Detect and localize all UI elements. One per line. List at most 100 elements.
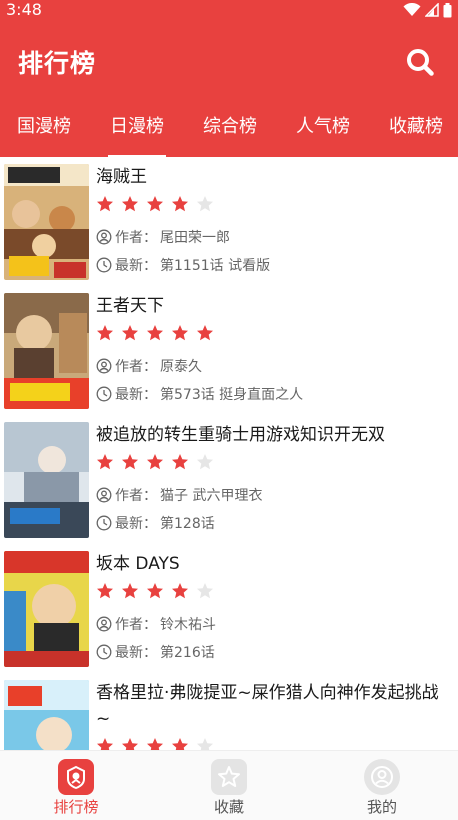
nav-label: 排行榜: [53, 798, 99, 816]
user-icon: [96, 358, 112, 374]
star-filled-icon: [147, 196, 163, 212]
app-header: 3:48 排行榜 国漫榜 日漫榜 综合榜 人气榜 收藏榜: [0, 0, 458, 157]
star-filled-icon: [122, 454, 138, 470]
nav-profile[interactable]: 我的: [306, 751, 458, 820]
comic-title: 坂本 DAYS: [96, 554, 180, 574]
cover-image: [4, 551, 89, 667]
wifi-icon: [403, 3, 421, 16]
author-name: 尾田荣一郎: [160, 230, 230, 246]
author-name: 铃木祐斗: [160, 617, 216, 633]
star-filled-icon: [122, 196, 138, 212]
cover-image: [4, 293, 89, 409]
star-filled-icon: [97, 196, 113, 212]
star-filled-icon: [172, 325, 188, 341]
star-empty-icon: [197, 583, 213, 599]
star-filled-icon: [172, 583, 188, 599]
user-icon: [364, 759, 400, 795]
star-filled-icon: [97, 454, 113, 470]
comic-title: 王者天下: [96, 296, 164, 316]
list-item[interactable]: 被追放的转生重骑士用游戏知识开无双 作者： 猫子 武六甲理衣 最新： 第128话: [0, 415, 458, 544]
latest-label: 最新：: [115, 645, 157, 661]
cover-image: [4, 422, 89, 538]
rating-stars: [96, 453, 214, 471]
star-filled-icon: [147, 738, 163, 750]
comic-title: 被追放的转生重骑士用游戏知识开无双: [96, 425, 385, 445]
star-filled-icon: [147, 454, 163, 470]
list-item[interactable]: 海贼王 作者： 尾田荣一郎 最新： 第1151话 试看版: [0, 157, 458, 286]
clock-icon: [96, 257, 112, 273]
star-filled-icon: [97, 325, 113, 341]
author-row: 作者： 原泰久: [96, 356, 202, 376]
star-filled-icon: [147, 583, 163, 599]
tab-shoucang[interactable]: 收藏榜: [380, 104, 452, 157]
nav-label: 收藏: [213, 798, 244, 816]
signal-icon: [425, 3, 439, 17]
search-button[interactable]: [402, 44, 438, 80]
rating-stars: [96, 324, 214, 342]
comic-title: 海贼王: [96, 167, 147, 187]
author-name: 原泰久: [160, 359, 202, 375]
author-row: 作者： 铃木祐斗: [96, 614, 216, 634]
author-label: 作者：: [115, 230, 157, 246]
author-label: 作者：: [115, 617, 157, 633]
tab-riman[interactable]: 日漫榜: [101, 104, 173, 157]
star-filled-icon: [172, 196, 188, 212]
status-bar: 3:48: [0, 0, 458, 22]
latest-label: 最新：: [115, 516, 157, 532]
ranking-icon: [58, 759, 94, 795]
latest-chapter: 第216话: [160, 645, 215, 661]
star-filled-icon: [147, 325, 163, 341]
comic-title: 香格里拉·弗陇提亚~屎作猎人向神作发起挑战~: [96, 683, 439, 729]
author-label: 作者：: [115, 488, 157, 504]
battery-icon: [443, 2, 452, 17]
latest-chapter: 第573话 挺身直面之人: [160, 387, 304, 403]
star-empty-icon: [197, 196, 213, 212]
latest-row: 最新： 第1151话 试看版: [96, 255, 270, 275]
author-name: 猫子 武六甲理衣: [160, 488, 263, 504]
star-filled-icon: [172, 454, 188, 470]
user-icon: [96, 229, 112, 245]
star-filled-icon: [97, 738, 113, 750]
latest-row: 最新： 第128话: [96, 513, 215, 533]
user-icon: [96, 487, 112, 503]
star-filled-icon: [122, 325, 138, 341]
clock-icon: [96, 644, 112, 660]
star-filled-icon: [97, 583, 113, 599]
list-item[interactable]: 坂本 DAYS 作者： 铃木祐斗 最新： 第216话: [0, 544, 458, 673]
status-time: 3:48: [6, 0, 42, 19]
nav-ranking[interactable]: 排行榜: [0, 751, 152, 820]
tab-renqi[interactable]: 人气榜: [287, 104, 359, 157]
tab-guoman[interactable]: 国漫榜: [8, 104, 80, 157]
rating-stars: [96, 737, 214, 750]
clock-icon: [96, 386, 112, 402]
star-filled-icon: [197, 325, 213, 341]
category-tabs: 国漫榜 日漫榜 综合榜 人气榜 收藏榜: [0, 104, 458, 157]
page-title: 排行榜: [18, 49, 97, 78]
nav-label: 我的: [366, 798, 397, 816]
latest-chapter: 第128话: [160, 516, 215, 532]
list-item[interactable]: 王者天下 作者： 原泰久 最新： 第573话 挺身直面之人: [0, 286, 458, 415]
author-label: 作者：: [115, 359, 157, 375]
list-item[interactable]: 香格里拉·弗陇提亚~屎作猎人向神作发起挑战~: [0, 673, 458, 750]
star-empty-icon: [197, 738, 213, 750]
star-filled-icon: [172, 738, 188, 750]
rating-stars: [96, 582, 214, 600]
ranking-list: 海贼王 作者： 尾田荣一郎 最新： 第1151话 试看版 王者天下 作者： 原泰…: [0, 157, 458, 750]
cover-image: [4, 164, 89, 280]
latest-chapter: 第1151话 试看版: [160, 258, 271, 274]
nav-favorites[interactable]: 收藏: [153, 751, 305, 820]
star-empty-icon: [197, 454, 213, 470]
latest-row: 最新： 第216话: [96, 642, 215, 662]
status-icons: [403, 2, 452, 18]
author-row: 作者： 尾田荣一郎: [96, 227, 230, 247]
clock-icon: [96, 515, 112, 531]
bottom-navigation: 排行榜 收藏 我的: [0, 750, 458, 820]
tab-zonghe[interactable]: 综合榜: [194, 104, 266, 157]
star-filled-icon: [122, 583, 138, 599]
star-filled-icon: [122, 738, 138, 750]
search-icon: [407, 49, 434, 76]
user-icon: [96, 616, 112, 632]
rating-stars: [96, 195, 214, 213]
cover-image: [4, 680, 89, 750]
latest-row: 最新： 第573话 挺身直面之人: [96, 384, 303, 404]
